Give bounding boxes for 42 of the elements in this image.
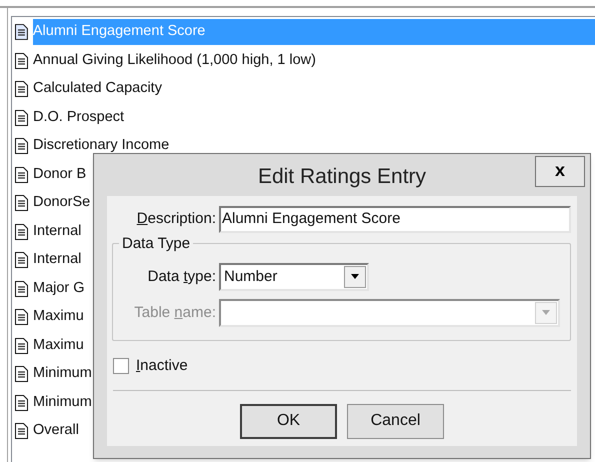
list-item[interactable]: Donor B [33,164,86,186]
checkbox-label: Inactive [136,356,188,376]
document-icon [15,195,28,212]
list-item[interactable]: Annual Giving Likelihood (1,000 high, 1 low) [33,50,316,72]
window-title: Edit Ratings Entry [258,164,426,190]
document-icon [15,280,28,297]
document-icon [15,366,28,382]
document-icon [15,224,28,240]
document-icon [15,394,28,411]
description-field[interactable]: Alumni Engagement Score [219,206,571,233]
document-icon [15,309,28,326]
dialog-button[interactable]: OK [240,404,337,438]
list-item[interactable]: Overall [33,420,79,442]
document-icon [15,423,28,440]
list-item[interactable]: Calculated Capacity [33,78,162,100]
document-icon [15,138,28,154]
list-item[interactable]: Maximu [33,306,84,328]
dialog-button[interactable]: Cancel [347,404,444,438]
document-icon [15,81,28,98]
field-label: Description: [136,209,216,230]
document-icon [15,24,28,40]
list-item[interactable]: Maximu [33,334,84,357]
field-label: Data type: [146,266,216,287]
list-item[interactable]: Discretionary Income [33,135,170,158]
list-item[interactable]: DonorSe [33,192,90,214]
document-icon [15,252,28,268]
caret-icon [344,266,366,288]
document-icon [15,338,28,354]
list-item[interactable]: Minimum [33,392,92,414]
document-icon [15,110,28,126]
list-item[interactable]: Major G [33,278,85,300]
document-icon [15,52,28,69]
field-label: Table name: [133,302,216,323]
data-type-dropdown[interactable]: Number [219,263,369,291]
list-item[interactable]: Minimum [33,363,92,386]
list-item[interactable]: Internal [33,249,82,272]
caret-icon [535,302,557,324]
checkbox[interactable] [113,358,129,374]
list-item[interactable]: D.O. Prospect [33,106,124,129]
document-icon [15,166,28,183]
close-button[interactable]: x [535,156,585,187]
list-item[interactable]: Internal [33,220,82,243]
